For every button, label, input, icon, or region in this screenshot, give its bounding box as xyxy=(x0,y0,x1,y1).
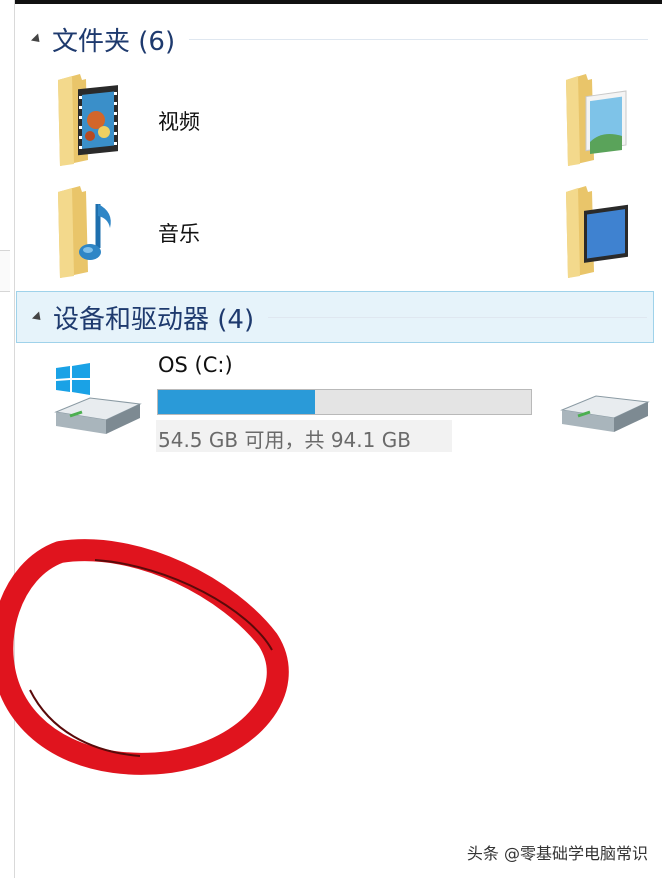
drive-item-c[interactable] xyxy=(50,360,146,440)
window-top-border xyxy=(14,0,662,4)
music-folder-icon xyxy=(58,186,111,278)
folder-label-music[interactable]: 音乐 xyxy=(158,218,200,248)
drive-icon xyxy=(560,395,650,432)
desktop-folder-icon xyxy=(566,186,628,278)
folder-item-music[interactable] xyxy=(52,182,124,280)
folder-item-desktop[interactable] xyxy=(562,184,632,280)
drive-item-2[interactable] xyxy=(556,384,652,444)
collapse-triangle-icon[interactable] xyxy=(31,310,45,324)
watermark: 头条 @零基础学电脑常识 xyxy=(466,844,648,863)
folder-label-videos[interactable]: 视频 xyxy=(158,106,200,136)
group-divider xyxy=(268,316,647,318)
group-title-folders: 文件夹 (6) xyxy=(52,26,176,57)
group-divider xyxy=(189,38,648,40)
pictures-folder-icon xyxy=(566,74,627,166)
collapse-triangle-icon[interactable] xyxy=(30,32,44,46)
drive-name[interactable]: OS (C:) xyxy=(158,353,233,377)
drive-usage-bar xyxy=(157,389,532,415)
group-title-devices: 设备和驱动器 (4) xyxy=(53,304,255,335)
folder-item-videos[interactable] xyxy=(52,70,124,168)
navigation-pane-divider xyxy=(14,0,15,878)
videos-folder-icon xyxy=(58,74,118,166)
drive-free-space: 54.5 GB 可用，共 94.1 GB xyxy=(158,428,411,452)
folder-item-pictures[interactable] xyxy=(562,72,632,168)
group-header-devices[interactable]: 设备和驱动器 (4) xyxy=(16,291,654,343)
navigation-pane-item[interactable] xyxy=(0,250,10,292)
system-drive-icon xyxy=(54,363,142,434)
group-header-folders[interactable]: 文件夹 (6) xyxy=(16,16,654,62)
drive-usage-fill xyxy=(158,390,315,414)
